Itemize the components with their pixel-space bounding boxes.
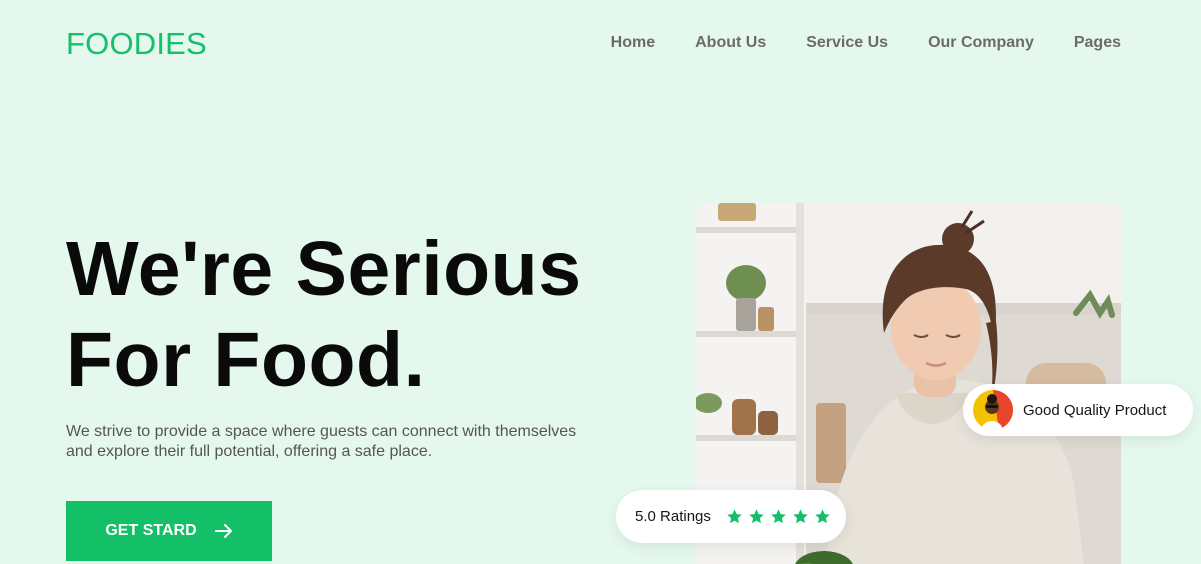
cta-label: GET STARD (105, 522, 197, 539)
star-icon (814, 508, 831, 525)
hero-headline-line-1: We're Serious (66, 226, 582, 312)
ratings-label: 5.0 Ratings (635, 508, 711, 525)
hero-subtitle: We strive to provide a space where guest… (66, 422, 606, 462)
quality-badge-label: Good Quality Product (1023, 401, 1167, 419)
nav-item-home[interactable]: Home (611, 34, 655, 52)
star-icon (792, 508, 809, 525)
star-icon (748, 508, 765, 525)
nav-item-about-us[interactable]: About Us (695, 34, 766, 52)
rating-stars (726, 508, 836, 525)
main-nav: Home About Us Service Us Our Company Pag… (571, 34, 1121, 52)
arrow-right-icon (214, 524, 233, 538)
landing-page: FOODIES Home About Us Service Us Our Com… (0, 0, 1201, 564)
avatar (973, 390, 1013, 430)
ratings-badge: 5.0 Ratings (616, 490, 846, 543)
nav-item-service-us[interactable]: Service Us (806, 34, 888, 52)
hero-headline-line-2: For Food. (66, 317, 426, 403)
brand-logo[interactable]: FOODIES (66, 26, 207, 62)
hero-subtitle-line-2: and explore their full potential, offeri… (66, 443, 433, 460)
star-icon (770, 508, 787, 525)
hero-subtitle-line-1: We strive to provide a space where guest… (66, 423, 577, 440)
nav-item-pages[interactable]: Pages (1074, 34, 1121, 52)
quality-badge: Good Quality Product (963, 384, 1193, 436)
hero-headline: We're Serious For Food. (66, 224, 582, 406)
star-icon (726, 508, 743, 525)
nav-item-our-company[interactable]: Our Company (928, 34, 1034, 52)
get-started-button[interactable]: GET STARD (66, 501, 272, 561)
